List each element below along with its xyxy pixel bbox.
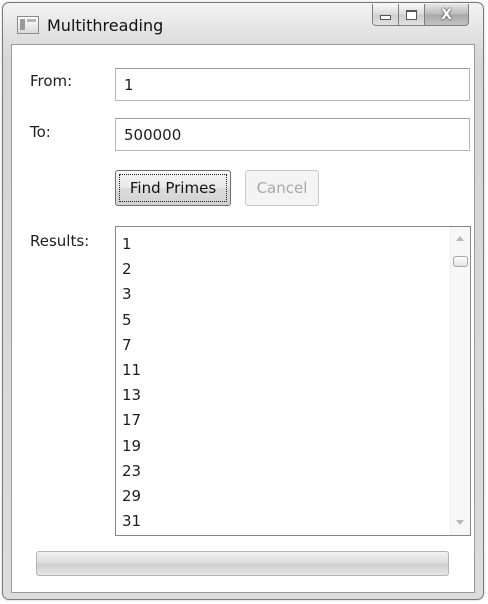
result-item[interactable]: 31 [122, 509, 141, 534]
find-primes-button[interactable]: Find Primes [115, 170, 231, 206]
result-item[interactable]: 17 [122, 408, 141, 433]
result-item[interactable]: 23 [122, 459, 141, 484]
close-button[interactable]: X [425, 4, 469, 26]
results-list: 1 2 3 5 7 11 13 17 19 23 29 31 [122, 232, 141, 534]
result-item[interactable]: 13 [122, 383, 141, 408]
scroll-up-arrow-icon[interactable] [456, 236, 464, 241]
result-item[interactable]: 19 [122, 434, 141, 459]
find-primes-label: Find Primes [119, 174, 227, 202]
result-item[interactable]: 11 [122, 358, 141, 383]
results-listbox[interactable]: 1 2 3 5 7 11 13 17 19 23 29 31 [115, 226, 471, 536]
main-window: Multithreading X From: To: Find Primes C… [2, 2, 484, 600]
from-input[interactable] [115, 68, 470, 101]
minimize-button[interactable] [372, 4, 399, 26]
result-item[interactable]: 7 [122, 333, 141, 358]
window-title: Multithreading [47, 16, 164, 35]
cancel-button[interactable]: Cancel [245, 170, 319, 206]
results-label: Results: [30, 232, 90, 250]
progress-bar [36, 551, 449, 576]
maximize-button[interactable] [399, 4, 425, 26]
result-item[interactable]: 5 [122, 308, 141, 333]
title-bar[interactable]: Multithreading X [3, 3, 483, 45]
from-label: From: [30, 72, 73, 90]
to-input[interactable] [115, 118, 470, 151]
vertical-scrollbar[interactable] [450, 227, 470, 535]
minimize-icon [380, 15, 391, 20]
scroll-down-arrow-icon[interactable] [456, 520, 464, 525]
result-item[interactable]: 3 [122, 282, 141, 307]
to-label: To: [30, 123, 51, 141]
app-window-icon[interactable] [17, 16, 39, 34]
result-item[interactable]: 1 [122, 232, 141, 257]
maximize-icon [406, 9, 417, 20]
result-item[interactable]: 2 [122, 257, 141, 282]
client-area: From: To: Find Primes Cancel Results: 12… [11, 44, 475, 593]
result-item[interactable]: 29 [122, 484, 141, 509]
close-icon: X [441, 6, 452, 23]
scroll-thumb[interactable] [453, 256, 468, 267]
caption-buttons: X [372, 4, 469, 28]
